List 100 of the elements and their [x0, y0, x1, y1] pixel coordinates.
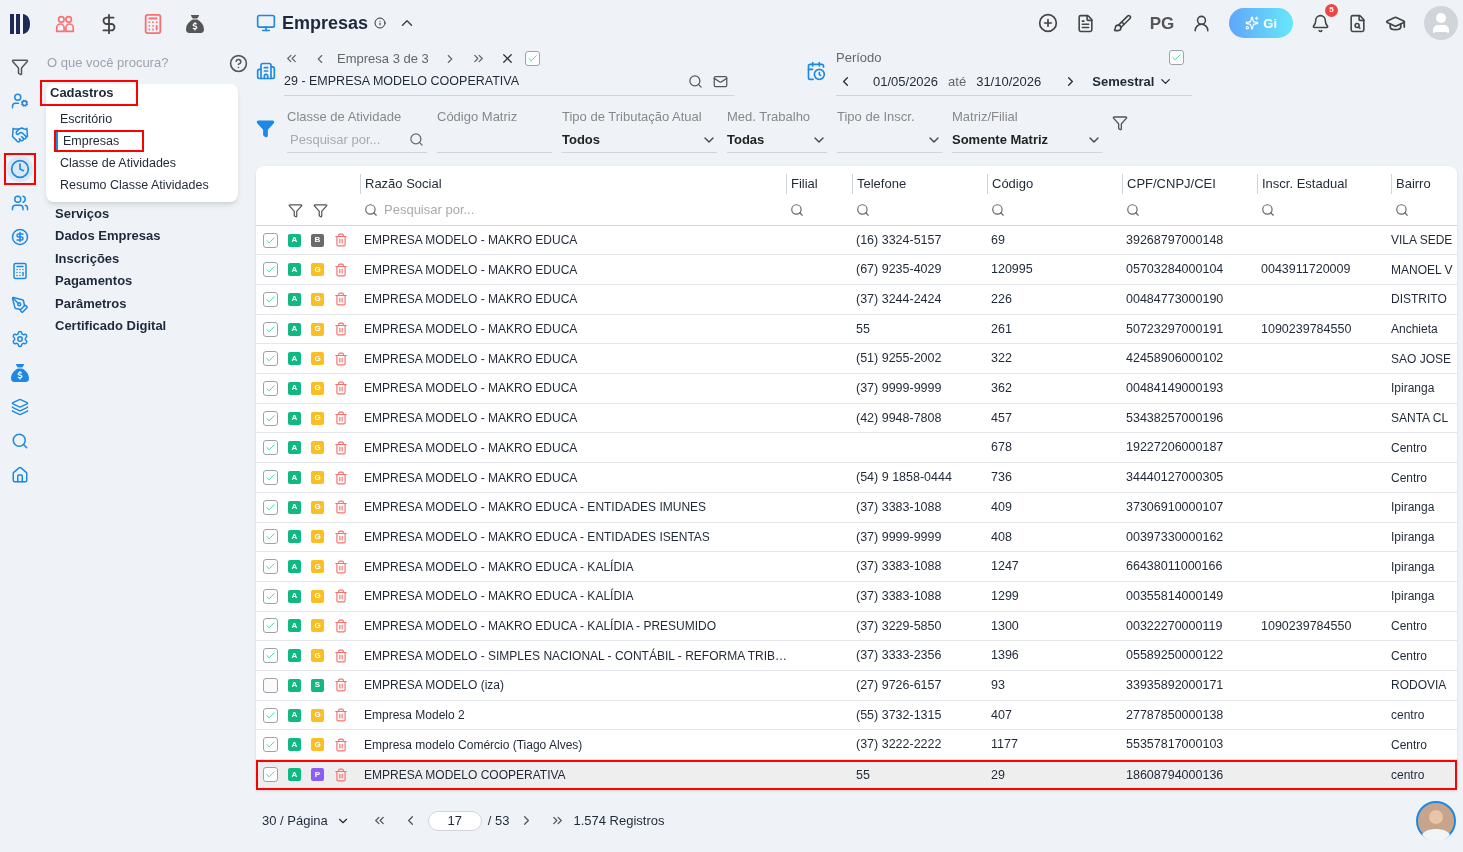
delete-icon[interactable]: [334, 767, 348, 782]
delete-icon[interactable]: [334, 737, 348, 752]
start-date-field[interactable]: 01/05/2026: [873, 71, 939, 92]
menu-item[interactable]: Escritório: [54, 109, 113, 129]
table-row[interactable]: A G EMPRESA MODELO - MAKRO EDUCA - ENTIDADES IMUNES (37) 3383-1088 409 37306910000107 Ipiranga: [256, 492, 1457, 523]
column-header[interactable]: Código: [987, 174, 1122, 194]
delete-icon[interactable]: [334, 262, 348, 277]
table-row[interactable]: A G EMPRESA MODELO - MAKRO EDUCA (37) 9999-9999 362 00484149000193 Ipiranga: [256, 374, 1457, 404]
delete-icon[interactable]: [334, 233, 348, 247]
table-row[interactable]: A G EMPRESA MODELO - MAKRO EDUCA - ENTIDADES ISENTAS (37) 9999-9999 408 00397330000162 Ipiranga: [256, 522, 1457, 553]
table-row[interactable]: A G EMPRESA MODELO - MAKRO EDUCA - KALÍDIA (37) 3383-1088 1247 66438011000166 Ipiranga: [256, 552, 1457, 582]
table-row[interactable]: A G EMPRESA MODELO - MAKRO EDUCA (54) 9 1858-0444 736 34440127000305 Centro: [256, 463, 1457, 493]
menu-item[interactable]: Resumo Classe Atividades: [54, 175, 209, 195]
delete-icon[interactable]: [334, 381, 348, 396]
delete-icon[interactable]: [334, 440, 348, 455]
table-row[interactable]: A G EMPRESA MODELO - MAKRO EDUCA (42) 9948-7808 457 53438257000196 SANTA CL: [256, 403, 1457, 434]
delete-icon[interactable]: [334, 411, 348, 426]
column-search-icon[interactable]: [1126, 203, 1140, 218]
checkbox[interactable]: [524, 51, 540, 67]
menu-group[interactable]: Inscrições: [51, 247, 124, 270]
table-row[interactable]: A G EMPRESA MODELO - MAKRO EDUCA 55 261 50723297000191 1090239784550 Anchieta: [256, 314, 1457, 345]
delete-icon[interactable]: [334, 529, 348, 544]
help-icon[interactable]: [229, 53, 248, 73]
filter-icon[interactable]: [1112, 115, 1128, 132]
checkbox[interactable]: [263, 499, 278, 515]
checkbox[interactable]: [263, 291, 278, 307]
search-icon[interactable]: [688, 74, 703, 90]
table-row[interactable]: A G Empresa Modelo 2 (55) 3732-1315 407 27787850000138 centro: [256, 700, 1457, 731]
table-row[interactable]: A G EMPRESA MODELO - MAKRO EDUCA (51) 9255-2002 322 42458906000102 SAO JOSE: [256, 344, 1457, 375]
column-search-icon[interactable]: [1395, 203, 1409, 218]
checkbox[interactable]: [263, 529, 278, 545]
delete-icon[interactable]: [334, 678, 348, 693]
table-row[interactable]: A G EMPRESA MODELO - MAKRO EDUCA (67) 9235-4029 120995 05703284000104 0043911720009 MANOEL V: [256, 255, 1457, 286]
column-header[interactable]: Razão Social: [360, 174, 786, 194]
filter-icon[interactable]: [288, 202, 303, 218]
checkbox[interactable]: [263, 618, 278, 634]
delete-icon[interactable]: [334, 708, 348, 722]
people-icon[interactable]: [54, 13, 76, 35]
delete-icon[interactable]: [334, 589, 348, 604]
checkbox[interactable]: [263, 351, 278, 367]
report-search-icon[interactable]: [1348, 13, 1367, 33]
range-select[interactable]: Semestral: [1092, 71, 1174, 92]
column-header[interactable]: CPF/CNPJ/CEI: [1122, 174, 1257, 194]
menu-item[interactable]: Classe de Atividades: [54, 153, 177, 173]
end-date-field[interactable]: 31/10/2026: [976, 71, 1042, 92]
menu-group[interactable]: Dados Empresas: [51, 224, 165, 247]
checkbox[interactable]: [1169, 50, 1184, 66]
filter-icon[interactable]: [313, 202, 328, 218]
checkbox[interactable]: [263, 380, 278, 396]
clock-icon[interactable]: [4, 153, 36, 185]
money-bag-icon[interactable]: [186, 15, 204, 33]
table-row[interactable]: A G EMPRESA MODELO - MAKRO EDUCA - KALÍDIA (37) 3383-1088 1299 00355814000149 Ipiranga: [256, 581, 1457, 612]
page-field[interactable]: 17: [427, 810, 482, 831]
checkbox[interactable]: [263, 588, 278, 604]
checkbox[interactable]: [263, 410, 278, 426]
checkbox[interactable]: [263, 677, 278, 693]
document-icon[interactable]: [1075, 13, 1095, 33]
assistant-avatar[interactable]: [1416, 800, 1456, 841]
delete-icon[interactable]: [334, 470, 348, 485]
delete-icon[interactable]: [334, 351, 348, 366]
table-row[interactable]: A G EMPRESA MODELO - MAKRO EDUCA - KALÍDIA - PRESUMIDO (37) 3229-5850 1300 00322270000119 1090239784550 Centro: [256, 611, 1457, 642]
menu-group[interactable]: Certificado Digital: [51, 314, 171, 337]
checkbox[interactable]: [263, 559, 278, 575]
delete-icon[interactable]: [334, 648, 348, 663]
checkbox[interactable]: [263, 470, 278, 485]
delete-icon[interactable]: [334, 618, 348, 633]
calculator-icon[interactable]: [142, 13, 164, 35]
notification-icon[interactable]: [1311, 13, 1330, 33]
checkbox[interactable]: [263, 440, 278, 456]
column-search-icon[interactable]: [1261, 203, 1275, 218]
column-header[interactable]: Inscr. Estadual: [1257, 174, 1391, 194]
delete-icon[interactable]: [334, 292, 348, 307]
page-size-select[interactable]: 30 / Página: [262, 811, 350, 831]
info-icon[interactable]: [374, 17, 387, 30]
delete-icon[interactable]: [334, 500, 348, 515]
add-icon[interactable]: [1037, 13, 1058, 34]
mail-icon[interactable]: [713, 74, 728, 90]
table-row[interactable]: A S EMPRESA MODELO (iza) (27) 9726-6157 93 33935892000171 RODOVIA: [256, 671, 1457, 701]
table-row[interactable]: A G EMPRESA MODELO - MAKRO EDUCA (37) 3244-2424 226 00484773000190 DISTRITO: [256, 285, 1457, 315]
initials-button[interactable]: PG: [1149, 10, 1175, 37]
checkbox[interactable]: [263, 262, 278, 278]
checkbox[interactable]: [263, 737, 278, 753]
delete-icon[interactable]: [334, 559, 348, 574]
checkbox[interactable]: [263, 648, 278, 664]
table-row[interactable]: A G EMPRESA MODELO - MAKRO EDUCA 678 19227206000187 Centro: [256, 433, 1457, 464]
table-row[interactable]: A G EMPRESA MODELO - SIMPLES NACIONAL - CONTÁBIL - REFORMA TRIB… (37) 3333-2356 1396 05589250000122 Centro: [256, 641, 1457, 671]
menu-group[interactable]: Parâmetros: [51, 292, 131, 315]
menu-group[interactable]: Serviços: [51, 202, 114, 225]
delete-icon[interactable]: [334, 322, 348, 337]
column-search-icon[interactable]: [856, 203, 870, 218]
checkbox[interactable]: [263, 707, 278, 723]
table-row[interactable]: A P EMPRESA MODELO COOPERATIVA 55 29 18608794000136 centro: [256, 760, 1457, 790]
filter-select[interactable]: Somente Matriz: [952, 127, 1102, 154]
column-header[interactable]: Filial: [786, 174, 852, 194]
checkbox[interactable]: [263, 767, 278, 783]
filter-select[interactable]: Todos: [562, 127, 717, 154]
table-row[interactable]: A B EMPRESA MODELO - MAKRO EDUCA (16) 3324-5157 69 39268797000148 VILA SEDE: [256, 225, 1457, 256]
user-icon[interactable]: [1192, 13, 1212, 33]
column-search-icon[interactable]: [991, 203, 1005, 218]
menu-group[interactable]: Pagamentos: [51, 269, 137, 292]
